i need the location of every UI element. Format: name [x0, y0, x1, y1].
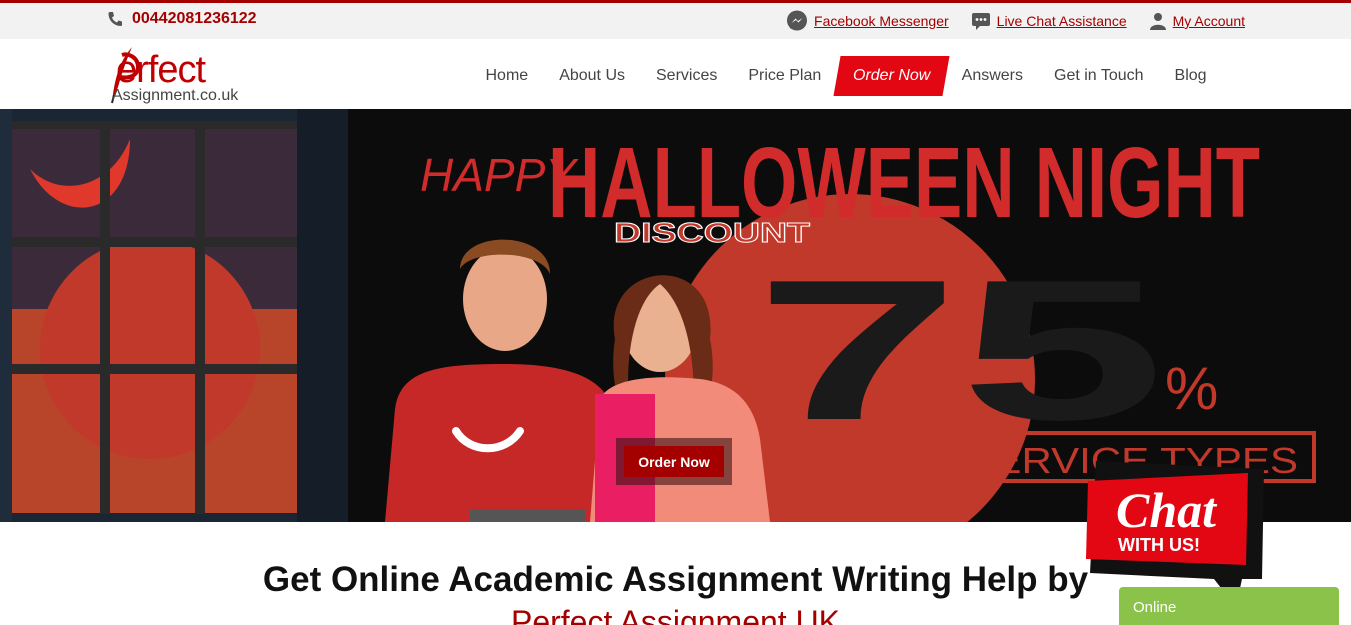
facebook-messenger-link[interactable]: Facebook Messenger [786, 10, 949, 32]
live-chat-label[interactable]: Live Chat Assistance [997, 13, 1127, 29]
nav-services[interactable]: Services [641, 57, 733, 95]
logo-title: erfect [116, 49, 206, 91]
banner-order-now-button[interactable]: Order Now [624, 446, 724, 477]
nav-about-us[interactable]: About Us [544, 57, 641, 95]
nav-answers[interactable]: Answers [946, 57, 1038, 95]
logo-subtitle: Assignment.co.uk [112, 87, 239, 104]
top-bar: 00442081236122 Facebook Messenger Live C… [0, 0, 1351, 39]
user-icon [1149, 13, 1166, 30]
percent-value: 75 [755, 239, 1165, 462]
phone-contact[interactable]: 00442081236122 [106, 10, 257, 28]
chat-line2: WITH US! [1118, 535, 1200, 555]
chat-line1: Chat [1116, 482, 1218, 538]
facebook-messenger-label[interactable]: Facebook Messenger [814, 13, 949, 29]
nav-blog[interactable]: Blog [1159, 57, 1222, 95]
percent-sign: % [1165, 355, 1218, 422]
nav-price-plan[interactable]: Price Plan [733, 57, 837, 95]
phone-number[interactable]: 00442081236122 [132, 10, 257, 28]
phone-icon [108, 12, 122, 26]
site-header: erfect Assignment.co.uk Home About Us Se… [0, 39, 1351, 109]
my-account-link[interactable]: My Account [1149, 12, 1245, 30]
top-links: Facebook Messenger Live Chat Assistance … [786, 10, 1245, 32]
site-logo[interactable]: erfect Assignment.co.uk [104, 43, 254, 105]
nav-get-in-touch[interactable]: Get in Touch [1039, 57, 1160, 95]
messenger-icon [787, 10, 808, 31]
live-chat-link[interactable]: Live Chat Assistance [971, 11, 1127, 31]
my-account-label[interactable]: My Account [1173, 13, 1245, 29]
nav-home[interactable]: Home [470, 57, 544, 95]
nav-order-now[interactable]: Order Now [833, 56, 950, 96]
main-nav: Home About Us Services Price Plan Order … [470, 56, 1222, 96]
chat-bubble-icon [971, 13, 990, 30]
nav-order-now-label: Order Now [852, 67, 931, 84]
chat-online-status[interactable]: Online [1119, 587, 1339, 625]
